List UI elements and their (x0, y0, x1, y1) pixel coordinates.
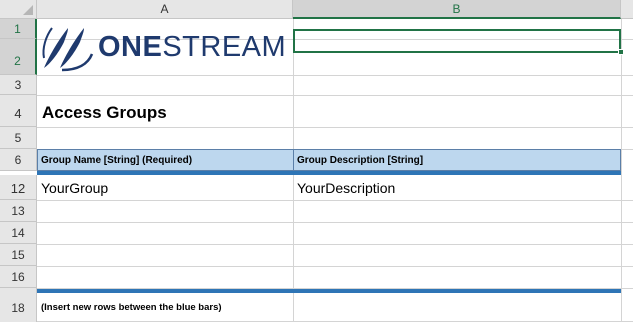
gridline (37, 95, 633, 96)
row-header-14[interactable]: 14 (0, 222, 37, 244)
active-cell-b1[interactable] (293, 29, 621, 53)
gridline (37, 266, 633, 267)
column-header-c[interactable] (621, 0, 633, 19)
gridline (37, 75, 633, 76)
row-header-hidden-gap (0, 288, 37, 294)
onestream-logo-text: ONESTREAM (98, 31, 286, 64)
row-header-6[interactable]: 6 (0, 149, 37, 171)
row-header-18[interactable]: 18 (0, 294, 37, 322)
row-header-1[interactable]: 1 (0, 19, 37, 39)
row-header-16[interactable]: 16 (0, 266, 37, 288)
onestream-logo-icon (42, 27, 94, 72)
column-header-b[interactable]: B (293, 0, 621, 19)
row-header-4[interactable]: 4 (0, 95, 37, 127)
spreadsheet-grid: A B 1 2 3 4 5 6 12 13 14 15 16 18 ONESTR… (0, 0, 633, 322)
gridline (37, 222, 633, 223)
blue-bar-bottom (37, 289, 621, 293)
header-divider (293, 149, 294, 171)
fill-handle[interactable] (618, 49, 624, 55)
select-all-icon (23, 5, 33, 15)
gridline (37, 244, 633, 245)
row-header-2[interactable]: 2 (0, 39, 37, 75)
gridline (37, 127, 633, 128)
onestream-logo: ONESTREAM (38, 24, 286, 74)
cell-a18-note[interactable]: (Insert new rows between the blue bars) (41, 302, 222, 313)
row-header-13[interactable]: 13 (0, 200, 37, 222)
row-header-12[interactable]: 12 (0, 175, 37, 200)
cell-b6-header[interactable]: Group Description [String] (297, 155, 423, 166)
column-header-a[interactable]: A (37, 0, 293, 19)
row-header-3[interactable]: 3 (0, 75, 37, 95)
select-all-corner[interactable] (0, 0, 37, 19)
cell-a6-header[interactable]: Group Name [String] (Required) (41, 155, 192, 166)
logo-text-stream: STREAM (162, 31, 287, 63)
logo-text-one: ONE (98, 31, 163, 63)
row-header-5[interactable]: 5 (0, 127, 37, 149)
blue-bar-top (37, 171, 621, 175)
row-header-15[interactable]: 15 (0, 244, 37, 266)
gridline (37, 200, 633, 201)
gridline (621, 19, 622, 322)
cell-a4-title[interactable]: Access Groups (42, 103, 167, 123)
cell-b12[interactable]: YourDescription (297, 180, 395, 196)
cell-a12[interactable]: YourGroup (41, 180, 108, 196)
